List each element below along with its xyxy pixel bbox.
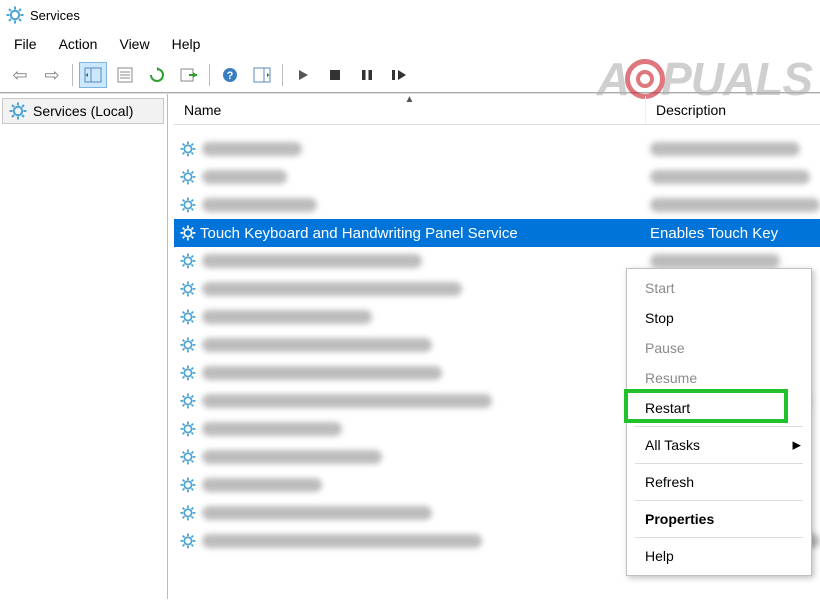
nav-back-button: ⇦	[6, 62, 34, 88]
service-row[interactable]	[174, 163, 820, 191]
context-menu-restart[interactable]: Restart	[627, 393, 811, 423]
service-name-blurred	[202, 254, 422, 268]
service-name-blurred	[202, 198, 317, 212]
service-gear-icon	[180, 309, 200, 325]
service-row[interactable]	[174, 135, 820, 163]
chevron-right-icon: ▶	[793, 439, 801, 452]
service-gear-icon	[180, 421, 200, 437]
context-menu-start: Start	[627, 273, 811, 303]
export-button[interactable]	[175, 62, 203, 88]
menu-help[interactable]: Help	[172, 36, 201, 52]
service-restart-button[interactable]	[385, 62, 413, 88]
menu-action[interactable]: Action	[59, 36, 98, 52]
service-gear-icon	[180, 477, 200, 493]
toolbar-sep	[72, 64, 73, 86]
service-description-blurred	[650, 170, 810, 184]
service-row-selected[interactable]: Touch Keyboard and Handwriting Panel Ser…	[174, 219, 820, 247]
window-title: Services	[30, 8, 80, 23]
context-menu-resume: Resume	[627, 363, 811, 393]
help-button[interactable]: ?	[216, 62, 244, 88]
col-header-name[interactable]: Name ▲	[174, 96, 646, 124]
service-name: Touch Keyboard and Handwriting Panel Ser…	[200, 225, 518, 242]
menu-view[interactable]: View	[119, 36, 149, 52]
service-row[interactable]	[174, 191, 820, 219]
context-menu-help[interactable]: Help	[627, 541, 811, 571]
col-header-description[interactable]: Description	[646, 96, 820, 124]
service-gear-icon	[180, 337, 200, 353]
context-menu-separator	[635, 500, 803, 501]
service-name-blurred	[202, 506, 432, 520]
service-start-button[interactable]	[289, 62, 317, 88]
titlebar: Services	[0, 0, 820, 32]
toolbar-sep-2	[209, 64, 210, 86]
service-gear-icon	[180, 225, 200, 241]
context-menu-separator	[635, 537, 803, 538]
service-stop-button[interactable]	[321, 62, 349, 88]
service-name-blurred	[202, 478, 322, 492]
context-menu: StartStopPauseResumeRestart All Tasks▶ Ref…	[626, 268, 812, 576]
left-tree-pane: Services (Local)	[0, 94, 168, 599]
context-menu-pause: Pause	[627, 333, 811, 363]
service-pause-button[interactable]	[353, 62, 381, 88]
service-name-blurred	[202, 338, 432, 352]
service-name-blurred	[202, 366, 442, 380]
context-menu-properties[interactable]: Properties	[627, 504, 811, 534]
service-name-blurred	[202, 170, 287, 184]
service-name-blurred	[202, 450, 382, 464]
service-name-blurred	[202, 422, 342, 436]
service-description-blurred	[650, 198, 820, 212]
column-headers: Name ▲ Description	[174, 96, 820, 125]
tree-root-label: Services (Local)	[33, 103, 133, 119]
service-name-blurred	[202, 142, 302, 156]
service-gear-icon	[180, 393, 200, 409]
service-name-blurred	[202, 282, 462, 296]
service-gear-icon	[180, 505, 200, 521]
service-description: Enables Touch Key	[650, 225, 778, 242]
service-name-blurred	[202, 534, 482, 548]
toolbar-sep-3	[282, 64, 283, 86]
watermark-target-icon	[625, 59, 665, 99]
service-description-blurred	[650, 254, 780, 268]
sort-indicator-icon: ▲	[405, 94, 415, 105]
context-menu-refresh[interactable]: Refresh	[627, 467, 811, 497]
service-gear-icon	[180, 533, 200, 549]
service-gear-icon	[180, 197, 200, 213]
menu-file[interactable]: File	[14, 36, 37, 52]
service-gear-icon	[180, 365, 200, 381]
context-menu-stop[interactable]: Stop	[627, 303, 811, 333]
show-hide-tree-button[interactable]	[79, 62, 107, 88]
nav-forward-button: ⇨	[38, 62, 66, 88]
tree-services-local[interactable]: Services (Local)	[2, 98, 164, 124]
context-menu-all-tasks[interactable]: All Tasks▶	[627, 430, 811, 460]
service-description-blurred	[650, 142, 800, 156]
refresh-button[interactable]	[143, 62, 171, 88]
context-menu-separator	[635, 426, 803, 427]
action-pane-button[interactable]	[248, 62, 276, 88]
service-gear-icon	[180, 281, 200, 297]
service-name-blurred	[202, 310, 372, 324]
service-gear-icon	[180, 141, 200, 157]
properties-button[interactable]	[111, 62, 139, 88]
svg-text:?: ?	[227, 70, 234, 82]
service-gear-icon	[180, 253, 200, 269]
context-menu-separator	[635, 463, 803, 464]
app-gear-icon	[6, 6, 24, 24]
service-gear-icon	[180, 169, 200, 185]
service-gear-icon	[180, 449, 200, 465]
service-name-blurred	[202, 394, 492, 408]
